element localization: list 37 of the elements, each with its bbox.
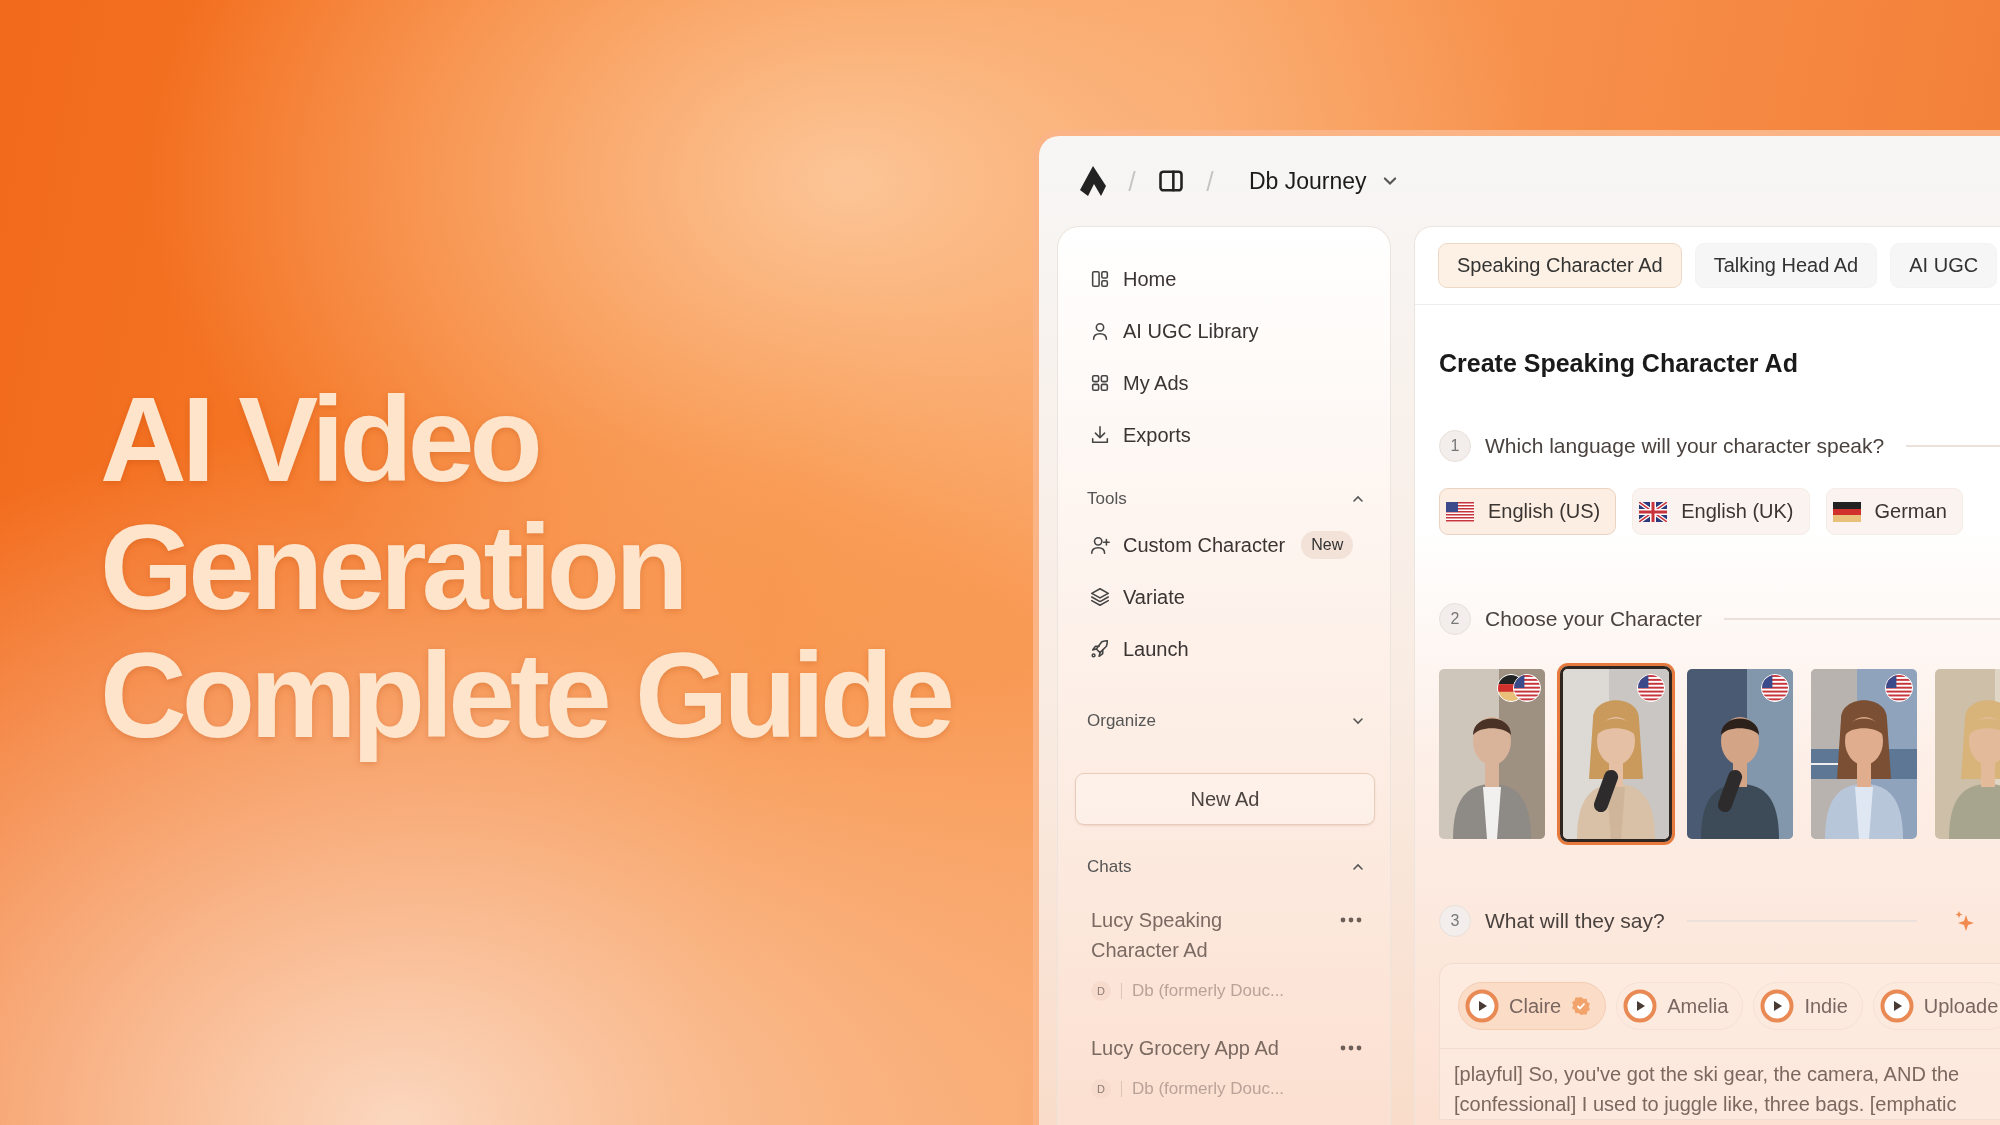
voice-chip[interactable]: Uploade	[1872, 982, 2000, 1030]
workspace-name: Db (formerly Douc...	[1132, 1079, 1285, 1099]
new-badge: New	[1301, 531, 1354, 559]
step-number: 2	[1439, 603, 1471, 635]
page-title: Create Speaking Character Ad	[1439, 349, 1799, 378]
nav-item[interactable]: Home	[1058, 253, 1390, 305]
tab[interactable]: Talking Head Ad	[1694, 243, 1878, 288]
voice-chip[interactable]: Amelia	[1616, 982, 1744, 1030]
nav-item[interactable]: Exports	[1058, 409, 1390, 461]
section-heading: Tools	[1087, 489, 1127, 509]
nav-item[interactable]: My Ads	[1058, 357, 1390, 409]
chat-title[interactable]: Lucy Speaking Character Ad	[1091, 905, 1291, 965]
language-chip[interactable]: German	[1825, 488, 1963, 535]
section-heading: Chats	[1087, 857, 1132, 877]
language-chip[interactable]: English (UK)	[1632, 488, 1810, 535]
voice-chip[interactable]: Claire	[1458, 982, 1607, 1030]
step-question: What will they say?	[1485, 909, 1665, 933]
project-dropdown[interactable]: Db Journey	[1249, 167, 1399, 195]
step-question: Choose your Character	[1485, 607, 1703, 631]
nav-item[interactable]: Variate	[1058, 571, 1390, 623]
nav-item[interactable]: Launch	[1058, 623, 1390, 675]
workspace-name: Db (formerly Douc...	[1132, 981, 1285, 1001]
step-number: 1	[1439, 430, 1471, 462]
voice-chip[interactable]: Indie	[1753, 982, 1863, 1030]
tab[interactable]: AI UGC	[1890, 243, 1998, 288]
chat-title[interactable]: Lucy Grocery App Ad	[1091, 1033, 1291, 1063]
language-chip[interactable]: English (US)	[1439, 488, 1617, 535]
nav-item[interactable]: Custom Character New	[1058, 519, 1390, 571]
script-field[interactable]: [playful] So, you've got the ski gear, the camera, AND the [confessional] I used to juggle like, three bags. [emphatic	[1440, 1049, 2000, 1119]
workspace-avatar: D	[1091, 1079, 1111, 1099]
step-number: 3	[1439, 905, 1471, 937]
step-question: Which language will your character speak?	[1485, 434, 1885, 458]
tab[interactable]: Speaking Character Ad	[1438, 243, 1682, 288]
workspace-avatar: D	[1091, 981, 1111, 1001]
section-heading: Organize	[1087, 711, 1156, 731]
nav-item[interactable]: AI UGC Library	[1058, 305, 1390, 357]
new-ad-button[interactable]: New Ad	[1075, 773, 1375, 825]
